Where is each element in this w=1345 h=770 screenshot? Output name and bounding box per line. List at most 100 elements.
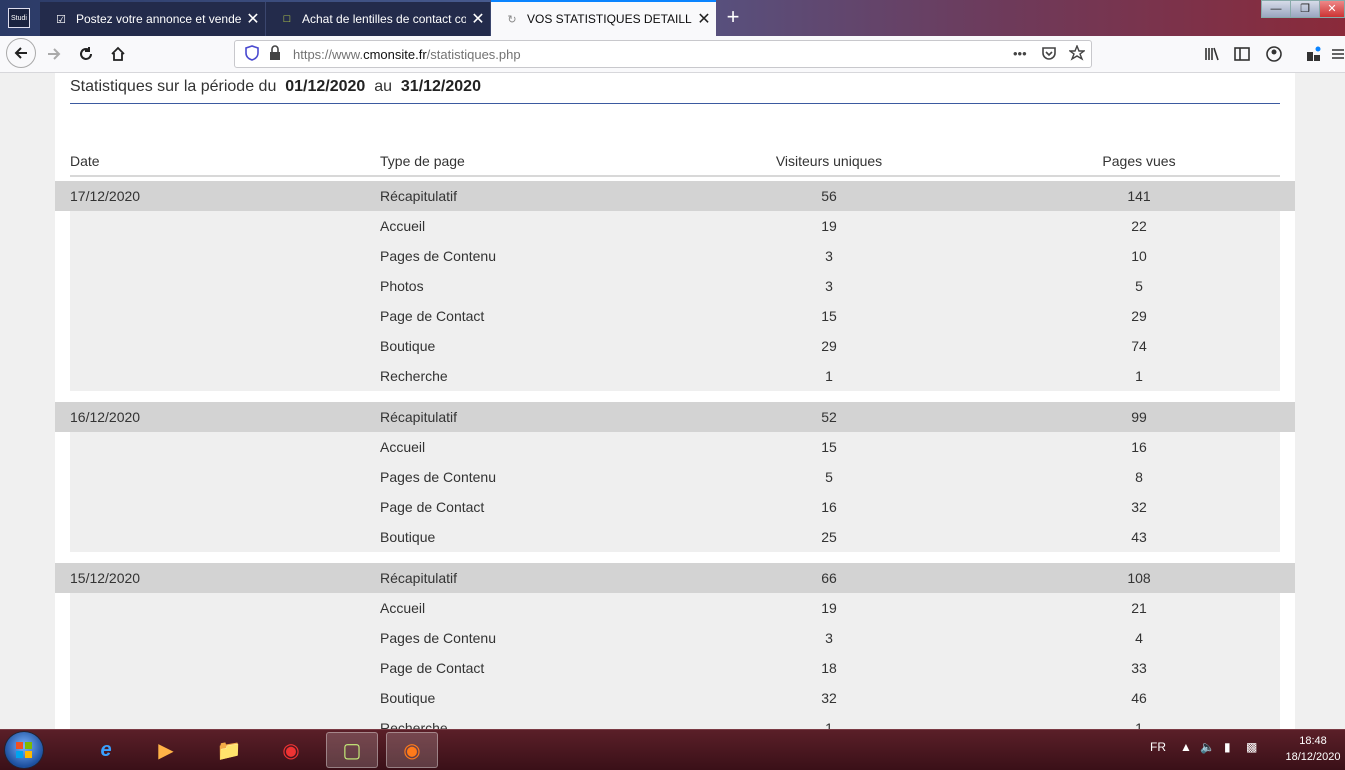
tab-close-icon[interactable]: ✕ [241, 9, 265, 29]
row-page-type: Accueil [380, 218, 426, 234]
row-page-type: Photos [380, 278, 424, 294]
language-indicator[interactable]: FR [1150, 740, 1166, 754]
sidebar-icon[interactable] [1228, 40, 1256, 68]
row-page-type: Accueil [380, 600, 426, 616]
row-visitors: 56 [821, 188, 837, 204]
tab-postez-annonce[interactable]: ☑ Postez votre annonce et vendez ✕ [40, 2, 266, 36]
windows-taskbar: e ▶ 📁 ◉ ▢ ◉ FR ▲ 🔈 ▮ ▩ 18:48 18/12/2020 [0, 729, 1345, 770]
media-player-icon[interactable]: ▶ [140, 732, 192, 768]
row-page-type: Récapitulatif [380, 409, 458, 425]
app-red-icon[interactable]: ◉ [265, 732, 317, 768]
row-pageviews: 8 [1135, 469, 1143, 485]
row-pageviews: 21 [1131, 600, 1147, 616]
row-visitors: 32 [821, 690, 837, 706]
header-visitors: Visiteurs uniques [775, 153, 883, 169]
row-visitors: 15 [821, 439, 837, 455]
row-page-type: Boutique [380, 690, 436, 706]
period-divider [70, 103, 1280, 104]
clock-time[interactable]: 18:48 [1290, 735, 1336, 747]
menu-icon[interactable] [1330, 40, 1345, 68]
file-explorer-icon[interactable]: 📁 [203, 732, 255, 768]
tab-title: VOS STATISTIQUES DETAILLEES [527, 12, 692, 26]
row-pageviews: 10 [1131, 248, 1147, 264]
row-pageviews: 74 [1131, 338, 1147, 354]
row-visitors: 19 [821, 600, 837, 616]
header-pageviews: Pages vues [1102, 153, 1176, 169]
row-pageviews: 99 [1131, 409, 1147, 425]
internet-explorer-icon[interactable]: e [80, 732, 132, 768]
header-date: Date [70, 153, 100, 169]
account-icon[interactable] [1260, 40, 1288, 68]
period-end: 31/12/2020 [400, 78, 481, 95]
row-visitors: 3 [825, 630, 833, 646]
header-type: Type de page [380, 153, 465, 169]
pocket-icon[interactable] [1041, 45, 1057, 64]
row-page-type: Boutique [380, 338, 436, 354]
row-page-type: Pages de Contenu [380, 469, 496, 485]
row-page-type: Recherche [380, 720, 448, 729]
period-heading: Statistiques sur la période du 01/12/202… [70, 78, 481, 96]
reload-icon [80, 47, 92, 60]
maximize-button[interactable]: ❐ [1290, 0, 1320, 18]
new-tab-button[interactable]: + [722, 5, 744, 29]
row-pageviews: 1 [1135, 720, 1143, 729]
row-pageviews: 16 [1131, 439, 1147, 455]
studi-site-icon[interactable]: Studi [8, 8, 30, 28]
row-visitors: 1 [825, 368, 833, 384]
tracking-shield-icon[interactable] [245, 45, 259, 64]
page-viewport: Statistiques sur la période du 01/12/202… [0, 73, 1345, 729]
lock-icon[interactable] [269, 45, 281, 64]
row-visitors: 15 [821, 308, 837, 324]
reload-button[interactable] [72, 40, 100, 68]
windows-logo-icon [16, 742, 32, 758]
tray-arrow-icon[interactable]: ▲ [1180, 740, 1192, 754]
tab-achat-lentilles[interactable]: □ Achat de lentilles de contact co ✕ [266, 2, 491, 36]
minimize-button[interactable]: — [1261, 0, 1291, 18]
tab-close-icon[interactable]: ✕ [466, 9, 490, 29]
window-close-button[interactable]: ✕ [1319, 0, 1345, 18]
row-pageviews: 29 [1131, 308, 1147, 324]
clock-date[interactable]: 18/12/2020 [1282, 751, 1344, 763]
row-date: 15/12/2020 [70, 570, 141, 586]
tab-strip: Studi ☑ Postez votre annonce et vendez ✕… [0, 0, 1345, 36]
network-signal-icon[interactable]: ▩ [1246, 740, 1257, 754]
home-button[interactable] [104, 40, 132, 68]
row-page-type: Page de Contact [380, 308, 485, 324]
row-visitors: 52 [821, 409, 837, 425]
row-page-type: Pages de Contenu [380, 630, 496, 646]
loading-spinner-icon: ↻ [507, 13, 517, 26]
back-button[interactable] [6, 38, 36, 68]
tab-close-icon[interactable]: ✕ [692, 9, 716, 29]
row-pageviews: 43 [1131, 529, 1147, 545]
row-page-type: Page de Contact [380, 499, 485, 515]
row-pageviews: 1 [1135, 368, 1143, 384]
bookmark-star-icon[interactable] [1067, 44, 1087, 64]
url-bar[interactable]: https://www.cmonsite.fr/statistiques.php… [234, 40, 1092, 68]
extensions-icon[interactable] [1300, 40, 1328, 68]
row-page-type: Page de Contact [380, 660, 485, 676]
url-text[interactable]: https://www.cmonsite.fr/statistiques.php [293, 47, 521, 62]
table-header: Date Type de page Visiteurs uniques Page… [0, 152, 1345, 170]
period-prefix: Statistiques sur la période du [70, 78, 277, 95]
library-icon[interactable] [1198, 40, 1226, 68]
arrow-right-icon [48, 48, 61, 60]
firefox-icon[interactable]: ◉ [386, 732, 438, 768]
row-pageviews: 22 [1131, 218, 1147, 234]
row-visitors: 19 [821, 218, 837, 234]
page-actions-menu-icon[interactable]: ••• [1013, 46, 1027, 61]
volume-icon[interactable]: 🔈 [1200, 740, 1215, 754]
start-button[interactable] [4, 731, 44, 769]
forward-button[interactable] [40, 40, 68, 68]
battery-icon[interactable]: ▮ [1224, 740, 1231, 754]
tab-title: Achat de lentilles de contact co [302, 12, 466, 26]
tab-title: Postez votre annonce et vendez [76, 12, 241, 26]
row-date: 16/12/2020 [70, 409, 141, 425]
tab-statistiques[interactable]: ↻ VOS STATISTIQUES DETAILLEES ✕ [491, 0, 716, 36]
row-visitors: 66 [821, 570, 837, 586]
row-visitors: 29 [821, 338, 837, 354]
row-visitors: 16 [821, 499, 837, 515]
row-pageviews: 46 [1131, 690, 1147, 706]
sticky-notes-icon[interactable]: ▢ [326, 732, 378, 768]
row-page-type: Récapitulatif [380, 188, 458, 204]
arrow-left-icon [14, 47, 27, 59]
